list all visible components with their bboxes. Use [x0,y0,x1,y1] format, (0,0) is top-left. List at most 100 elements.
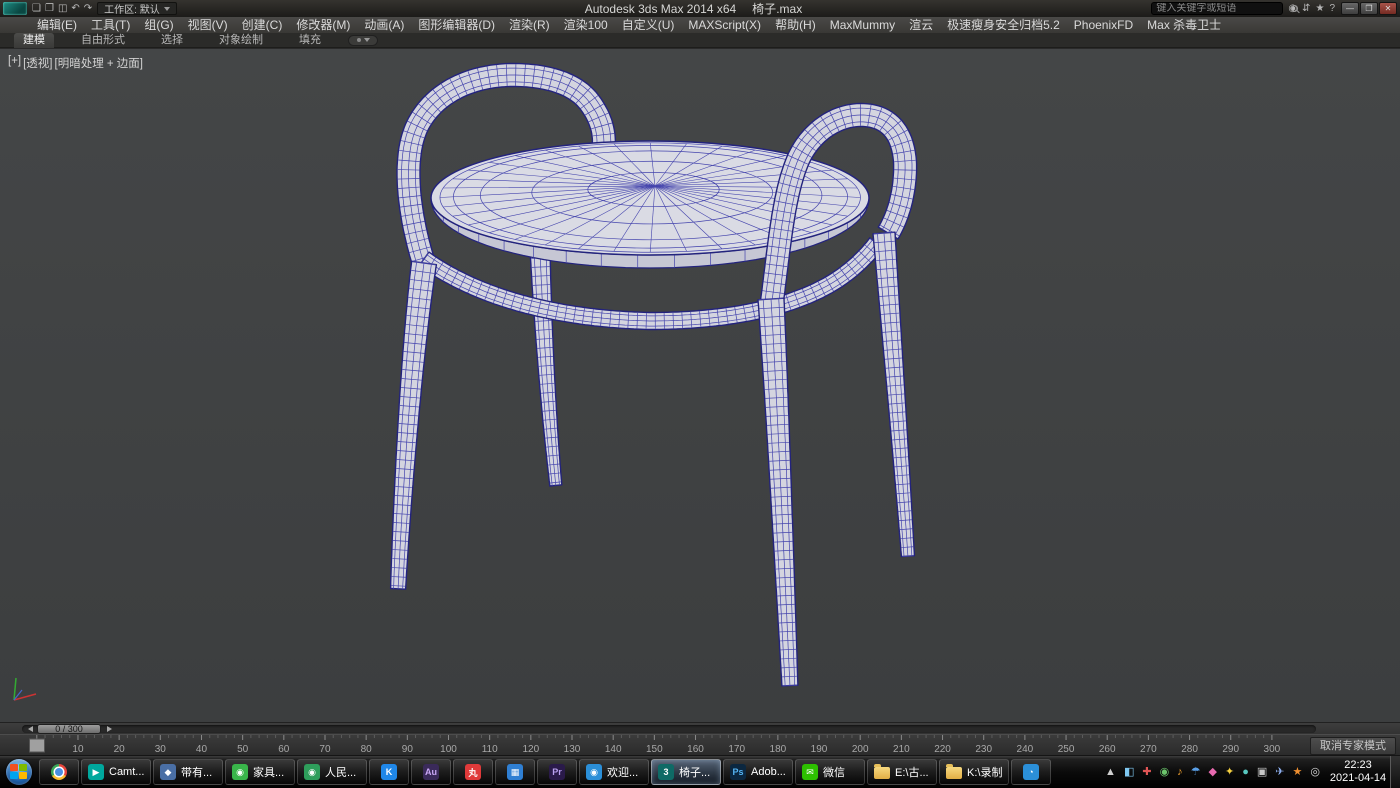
tray-app-7-icon[interactable]: ✦ [1225,767,1234,778]
triangle-right-icon [107,726,112,732]
menu-item[interactable]: 编辑(E) [30,17,84,33]
taskbar-button-photoshop[interactable]: PsAdob... [723,759,793,785]
new-icon[interactable]: ❏ [32,0,41,17]
taskbar-button-audition[interactable]: Au [411,759,451,785]
viewport-menu-pov[interactable]: [透视] [23,55,52,71]
redo-icon[interactable]: ↷ [84,0,92,17]
menu-item[interactable]: 组(G) [137,17,180,33]
taskbar-button-folder-e[interactable]: E:\古... [867,759,937,785]
menu-item[interactable]: 渲染100 [557,17,615,33]
viewport-menu-general[interactable]: [+] [8,55,21,71]
minimize-button[interactable]: — [1341,2,1359,15]
menu-item[interactable]: 自定义(U) [615,17,682,33]
current-frame-marker[interactable] [30,739,45,752]
viewport-menu-shading[interactable]: [明暗处理 + 边面] [55,55,144,71]
help-icon[interactable]: ? [1329,0,1335,17]
show-desktop-button[interactable] [1390,756,1400,788]
menu-item[interactable]: Max 杀毒卫士 [1140,17,1228,33]
window-title: Autodesk 3ds Max 2014 x64 椅子.max [585,0,802,17]
taskbar-button-app-blue[interactable]: ◔ [1011,759,1051,785]
search-input[interactable] [1156,3,1288,14]
taskbar-button-chrome[interactable] [39,759,79,785]
taskbar-button-app-daiyou[interactable]: ◆带有... [153,759,223,785]
stool-model[interactable] [0,49,1400,722]
taskbar-button-app-tiles[interactable]: ▦ [495,759,535,785]
updates-icon[interactable]: ⇵ [1302,0,1310,17]
taskbar-button-label: E:\古... [895,764,929,780]
svg-text:290: 290 [1222,744,1239,755]
favorites-icon[interactable]: ★ [1315,0,1324,17]
svg-text:260: 260 [1099,744,1116,755]
taskbar-button-label: 微信 [823,764,845,780]
app-blue-icon: ◔ [1023,764,1039,780]
track-bar: 1020304050607080901001101201301401501601… [0,734,1400,756]
menu-item[interactable]: 动画(A) [357,17,411,33]
open-icon[interactable]: ❐ [45,0,54,17]
cancel-expert-mode-button[interactable]: 取消专家模式 [1310,737,1396,755]
svg-text:300: 300 [1264,744,1281,755]
tray-app-1-icon[interactable]: ◧ [1124,767,1134,778]
menu-item[interactable]: PhoenixFD [1067,17,1140,33]
previous-frame-button[interactable] [24,725,36,733]
taskbar-button-wechat[interactable]: ✉微信 [795,759,865,785]
taskbar-button-kugou[interactable]: K [369,759,409,785]
svg-text:200: 200 [852,744,869,755]
taskbar-button-label: 椅子... [679,764,710,780]
infocenter-search [1151,2,1283,15]
next-frame-button[interactable] [103,725,115,733]
menu-item[interactable]: 创建(C) [235,17,290,33]
taskbar-clock[interactable]: 22:23 2021-04-14 [1326,759,1390,785]
taskbar-button-camtasia[interactable]: ▶Camt... [81,759,151,785]
taskbar-button-welcome[interactable]: ◉欢迎... [579,759,649,785]
ribbon-tab[interactable]: 建模 [14,33,54,48]
viewport[interactable]: [+] [透视] [明暗处理 + 边面] [0,48,1400,722]
search-icon[interactable] [1291,5,1298,12]
tray-app-5-icon[interactable]: ☂ [1191,767,1201,778]
menu-item[interactable]: MAXScript(X) [681,17,768,33]
app-title: Autodesk 3ds Max 2014 x64 [585,2,736,16]
menu-item[interactable]: 极速瘦身安全归档5.2 [940,17,1067,33]
menu-item[interactable]: 图形编辑器(D) [411,17,502,33]
ribbon-tab[interactable]: 自由形式 [72,33,134,48]
time-slider-track[interactable] [22,725,1316,733]
workspace-dropdown[interactable]: 工作区: 默认 [97,2,177,15]
ribbon-toggle-button[interactable] [348,35,378,46]
taskbar-button-folder-k[interactable]: K:\录制 [939,759,1009,785]
time-slider-handle[interactable]: 0 / 300 [37,724,101,734]
menu-item[interactable]: 修改器(M) [289,17,357,33]
tray-app-2-icon[interactable]: ✚ [1142,767,1151,778]
close-button[interactable]: ✕ [1379,2,1397,15]
tray-app-9-icon[interactable]: ▣ [1257,767,1267,778]
network-icon[interactable]: ◎ [1310,767,1320,778]
app-logo-icon[interactable] [3,2,27,15]
svg-text:100: 100 [440,744,457,755]
taskbar-button-browser-renmin[interactable]: ◉人民... [297,759,367,785]
tray-app-6-icon[interactable]: ◆ [1209,767,1217,778]
taskbar-button-browser-jiaju[interactable]: ◉家具... [225,759,295,785]
ribbon-tab[interactable]: 填充 [290,33,330,48]
ribbon-tab[interactable]: 对象绘制 [210,33,272,48]
menu-item[interactable]: 工具(T) [84,17,137,33]
browser-jiaju-icon: ◉ [232,764,248,780]
tray-app-11-icon[interactable]: ★ [1293,767,1303,778]
menu-item[interactable]: MaxMummy [823,17,902,33]
menu-item[interactable]: 帮助(H) [768,17,823,33]
tray-app-10-icon[interactable]: ✈ [1275,767,1284,778]
tray-app-8-icon[interactable]: ● [1242,767,1249,778]
menu-item[interactable]: 渲云 [902,17,940,33]
start-button[interactable] [0,756,38,788]
taskbar-button-3dsmax[interactable]: 3椅子... [651,759,721,785]
tray-app-4-icon[interactable]: ♪ [1177,767,1183,778]
maximize-button[interactable]: ❐ [1360,2,1378,15]
menu-item[interactable]: 渲染(R) [502,17,557,33]
taskbar-button-premiere[interactable]: Pr [537,759,577,785]
svg-text:80: 80 [361,744,373,755]
hidden-icons-icon[interactable]: ▲ [1105,767,1116,778]
undo-icon[interactable]: ↶ [71,0,79,17]
world-axis-gizmo [8,670,50,706]
menu-item[interactable]: 视图(V) [181,17,235,33]
tray-app-3-icon[interactable]: ◉ [1160,767,1170,778]
ribbon-tab[interactable]: 选择 [152,33,192,48]
save-icon[interactable]: ◫ [58,0,67,17]
taskbar-button-app-wan[interactable]: 丸 [453,759,493,785]
